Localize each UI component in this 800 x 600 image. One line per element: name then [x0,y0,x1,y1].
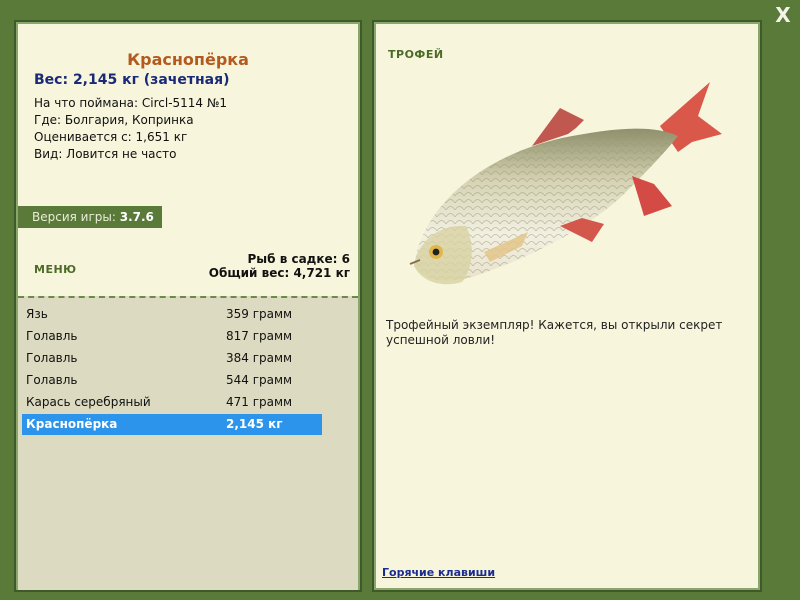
caught-on-text: На что поймана: Circl-5114 №1 [34,96,227,110]
close-button[interactable]: X [772,4,794,26]
catch-list-item[interactable]: Краснопёрка 2,145 кг [22,414,322,435]
catch-list-item[interactable]: Голавль 544 грамм [22,370,322,391]
catch-list-item[interactable]: Карась серебряный 471 грамм [22,392,322,413]
game-version: Версия игры: 3.7.6 [18,206,162,228]
catch-item-weight: 544 грамм [226,373,293,387]
catch-item-name: Карась серебряный [26,395,151,409]
catch-list: Язь 359 грамм Голавль 817 грамм Голавль 384 г… [18,296,358,590]
catch-list-item[interactable]: Язь 359 грамм [22,304,322,325]
catch-item-name: Голавль [26,351,78,365]
catch-item-weight: 359 грамм [226,307,293,321]
fish-name-title: Краснопёрка [127,50,249,69]
catch-item-name: Язь [26,307,48,321]
catch-item-weight: 2,145 кг [226,417,283,431]
catch-item-weight: 384 грамм [226,351,293,365]
valued-from-text: Оценивается с: 1,651 кг [34,130,188,144]
rudd-fish-image [409,82,722,285]
catch-item-name: Голавль [26,373,78,387]
version-value: 3.7.6 [119,210,154,224]
hotkeys-link[interactable]: Горячие клавиши [382,566,495,579]
fish-weight: Вес: 2,145 кг (зачетная) [34,72,230,88]
keepnet-summary: Рыб в садке: 6 Общий вес: 4,721 кг [209,252,350,280]
catch-list-item[interactable]: Голавль 817 грамм [22,326,322,347]
location-text: Где: Болгария, Копринка [34,113,194,127]
rarity-text: Вид: Ловится не часто [34,147,177,161]
trophy-panel: ТРОФЕЙ Трофейный экземпляр! Кажется, вы … [372,20,762,592]
catch-item-weight: 817 грамм [226,329,293,343]
catch-list-item[interactable]: Голавль 384 грамм [22,348,322,369]
catch-item-name: Краснопёрка [26,417,118,431]
fish-info-panel: Краснопёрка Вес: 2,145 кг (зачетная) На … [14,20,362,592]
catch-item-weight: 471 грамм [226,395,293,409]
keepnet-total-weight: Общий вес: 4,721 кг [208,266,350,280]
trophy-description: Трофейный экземпляр! Кажется, вы открыли… [386,318,723,347]
keepnet-count: Рыб в садке: 6 [247,252,351,266]
menu-button[interactable]: МЕНЮ [34,263,77,276]
version-label: Версия игры: [32,210,116,224]
catch-item-name: Голавль [26,329,78,343]
